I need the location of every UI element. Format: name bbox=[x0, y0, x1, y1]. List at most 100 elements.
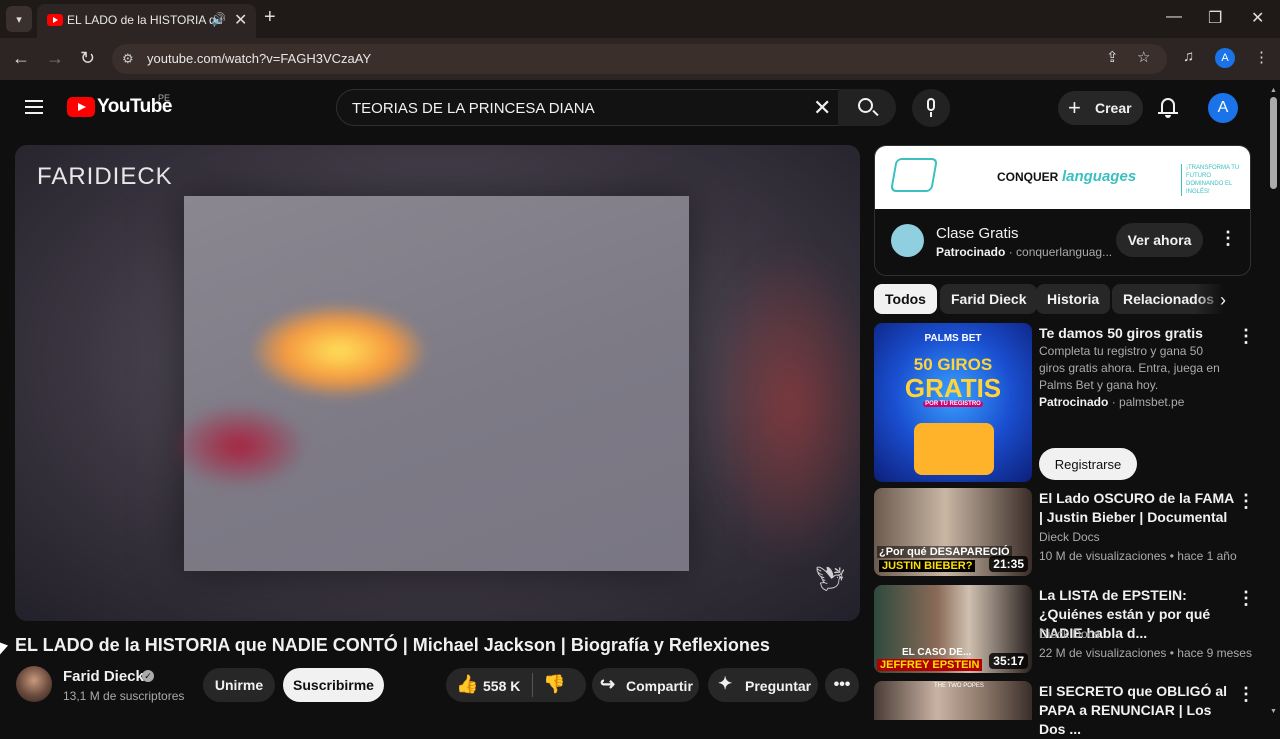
browser-menu-icon[interactable]: ⋮ bbox=[1254, 48, 1269, 66]
video-blur-right bbox=[705, 245, 860, 565]
account-avatar[interactable]: A bbox=[1208, 93, 1238, 123]
youtube-logo-icon[interactable] bbox=[67, 97, 95, 117]
ask-button[interactable]: ✦ Preguntar bbox=[708, 668, 818, 702]
recommendation-channel[interactable]: Dieck Docs bbox=[1039, 530, 1100, 544]
advertiser-logo[interactable] bbox=[891, 224, 924, 257]
site-info-icon[interactable]: ⚙ bbox=[122, 51, 134, 67]
recommendation-more-icon[interactable]: ⋮ bbox=[1237, 491, 1255, 512]
search-icon bbox=[858, 98, 873, 113]
speaker-icon[interactable]: 🔊 bbox=[211, 12, 226, 26]
ad-tagline: ¡TRANSFORMA TU FUTURO DOMINANDO EL INGLÉ… bbox=[1181, 164, 1241, 196]
ad-more-icon[interactable]: ⋮ bbox=[1219, 228, 1237, 249]
new-tab-icon[interactable]: + bbox=[264, 6, 276, 29]
promo-domain: · palmsbet.pe bbox=[1111, 395, 1185, 409]
thumb-text: JEFFREY EPSTEIN bbox=[877, 659, 983, 671]
promo-thumb-line1: 50 GIROS bbox=[913, 355, 993, 374]
thumb-text: JUSTIN BIEBER? bbox=[879, 560, 976, 572]
search-query[interactable]: TEORIAS DE LA PRINCESA DIANA bbox=[352, 100, 595, 117]
chip-historia[interactable]: Historia bbox=[1036, 284, 1111, 314]
graduation-cap-icon bbox=[890, 158, 938, 192]
ad-domain: · conquerlanguag... bbox=[1008, 245, 1113, 259]
ad-sponsored-label: Patrocinado bbox=[936, 245, 1006, 259]
video-title: EL LADO de la HISTORIA que NADIE CONTÓ |… bbox=[15, 635, 770, 655]
voice-search-button[interactable] bbox=[912, 89, 950, 127]
chip-todos[interactable]: Todos bbox=[874, 284, 937, 314]
promo-sponsor-line: Patrocinado · palmsbet.pe bbox=[1039, 395, 1184, 409]
thumb-text: THE TWO POPES bbox=[934, 683, 984, 689]
promo-more-icon[interactable]: ⋮ bbox=[1237, 326, 1255, 347]
promo-thumb-line3: POR TU REGISTRO bbox=[923, 401, 983, 407]
promo-thumb-brand: PALMS BET bbox=[924, 333, 982, 344]
media-controls-icon[interactable]: ♫ bbox=[1183, 48, 1194, 65]
reload-icon[interactable]: ↻ bbox=[80, 48, 95, 69]
clear-search-icon[interactable]: ✕ bbox=[813, 95, 831, 121]
promo-thumbnail[interactable]: PALMS BET 50 GIROS GRATIS POR TU REGISTR… bbox=[874, 323, 1032, 482]
join-label: Unirme bbox=[214, 677, 264, 693]
like-count[interactable]: 558 K bbox=[483, 678, 520, 694]
minimize-icon[interactable]: — bbox=[1166, 8, 1182, 26]
promo-thumb-line2: GRATIS bbox=[904, 373, 1002, 403]
search-button[interactable] bbox=[838, 89, 896, 126]
browser-tab-bar: ▾ EL LADO de la HISTORIA qu 🔊 ✕ + — ❐ ✕ bbox=[0, 0, 1280, 38]
thumb-text: EL CASO DE... bbox=[902, 647, 972, 658]
slot-machine-graphic bbox=[914, 423, 994, 475]
close-window-icon[interactable]: ✕ bbox=[1251, 8, 1264, 28]
subscribe-button[interactable]: Suscribirme bbox=[283, 668, 384, 702]
bookmark-star-icon[interactable]: ☆ bbox=[1137, 48, 1150, 66]
address-bar[interactable]: ⚙ youtube.com/watch?v=FAGH3VCzaAY bbox=[112, 44, 1167, 74]
dislike-icon[interactable]: 👎 bbox=[543, 674, 565, 695]
install-app-icon[interactable]: ⇪ bbox=[1106, 48, 1119, 66]
recommendation-channel[interactable]: Dieck Docs bbox=[1039, 627, 1100, 641]
recommendation-thumbnail[interactable]: ¿Por qué DESAPARECIÓ JUSTIN BIEBER? 21:3… bbox=[874, 488, 1032, 576]
ad-brand-suffix: languages bbox=[1061, 168, 1137, 185]
plus-icon: + bbox=[1068, 95, 1081, 120]
menu-icon[interactable] bbox=[25, 100, 43, 114]
scroll-up-icon[interactable]: ▲ bbox=[1270, 87, 1277, 94]
scroll-down-icon[interactable]: ▼ bbox=[1270, 708, 1277, 715]
ver-ahora-button[interactable]: Ver ahora bbox=[1116, 223, 1203, 257]
channel-name[interactable]: Farid Dieck bbox=[63, 668, 144, 685]
promo-title[interactable]: Te damos 50 giros gratis bbox=[1039, 324, 1234, 343]
browser-profile-avatar[interactable]: A bbox=[1215, 48, 1235, 68]
registrarse-button[interactable]: Registrarse bbox=[1039, 448, 1137, 480]
maximize-icon[interactable]: ❐ bbox=[1208, 8, 1222, 28]
create-button[interactable]: + Crear bbox=[1058, 91, 1143, 125]
recommendation-more-icon[interactable]: ⋮ bbox=[1237, 588, 1255, 609]
more-horizontal-icon: ••• bbox=[833, 676, 851, 693]
recommendation-thumbnail[interactable]: EL CASO DE... JEFFREY EPSTEIN 35:17 bbox=[874, 585, 1032, 673]
recommendation-more-icon[interactable]: ⋮ bbox=[1237, 684, 1255, 705]
video-blur-object-red bbox=[174, 406, 304, 486]
back-icon[interactable]: ← bbox=[12, 48, 30, 69]
close-tab-icon[interactable]: ✕ bbox=[234, 10, 247, 30]
forward-icon[interactable]: → bbox=[46, 48, 64, 69]
video-player[interactable]: FARIDIECK 🕊 bbox=[15, 145, 860, 621]
mouse-cursor-icon bbox=[0, 642, 8, 658]
chip-farid-dieck[interactable]: Farid Dieck bbox=[940, 284, 1038, 314]
join-button[interactable]: Unirme bbox=[203, 668, 275, 702]
scrollbar-thumb[interactable] bbox=[1270, 97, 1277, 189]
channel-avatar[interactable] bbox=[16, 666, 52, 702]
search-input[interactable]: TEORIAS DE LA PRINCESA DIANA ✕ bbox=[336, 89, 850, 126]
recommendation-title[interactable]: El Lado OSCURO de la FAMA | Justin Biebe… bbox=[1039, 489, 1234, 527]
video-duration: 35:17 bbox=[989, 653, 1028, 669]
video-watermark-text: FARIDIECK bbox=[37, 163, 173, 190]
recommendation-title[interactable]: El SECRETO que OBLIGÓ al PAPA a RENUNCIA… bbox=[1039, 682, 1234, 739]
browser-tab[interactable]: EL LADO de la HISTORIA qu 🔊 ✕ bbox=[37, 4, 256, 38]
mic-icon bbox=[927, 98, 935, 111]
ad-sponsor-line: Patrocinado · conquerlanguag... bbox=[936, 245, 1112, 259]
ask-label: Preguntar bbox=[745, 678, 812, 694]
chevron-right-icon[interactable]: › bbox=[1220, 290, 1226, 311]
url-text[interactable]: youtube.com/watch?v=FAGH3VCzaAY bbox=[147, 51, 371, 66]
recommendation-thumbnail[interactable]: THE TWO POPES bbox=[874, 681, 1032, 720]
like-icon[interactable]: 👍 bbox=[456, 674, 478, 695]
youtube-favicon-icon bbox=[47, 14, 63, 26]
share-button[interactable]: ↪ Compartir bbox=[592, 668, 699, 702]
more-actions-button[interactable]: ••• bbox=[825, 668, 859, 702]
tab-search-button[interactable]: ▾ bbox=[6, 6, 32, 32]
ad-title[interactable]: Clase Gratis bbox=[936, 225, 1019, 242]
create-label: Crear bbox=[1095, 100, 1132, 116]
notifications-bell-icon[interactable] bbox=[1158, 97, 1178, 118]
page-scrollbar[interactable]: ▲ ▼ bbox=[1267, 85, 1280, 720]
ad-banner[interactable]: CONQUER languages ¡TRANSFORMA TU FUTURO … bbox=[875, 146, 1250, 209]
sidebar-ad-card[interactable]: CONQUER languages ¡TRANSFORMA TU FUTURO … bbox=[874, 145, 1251, 276]
